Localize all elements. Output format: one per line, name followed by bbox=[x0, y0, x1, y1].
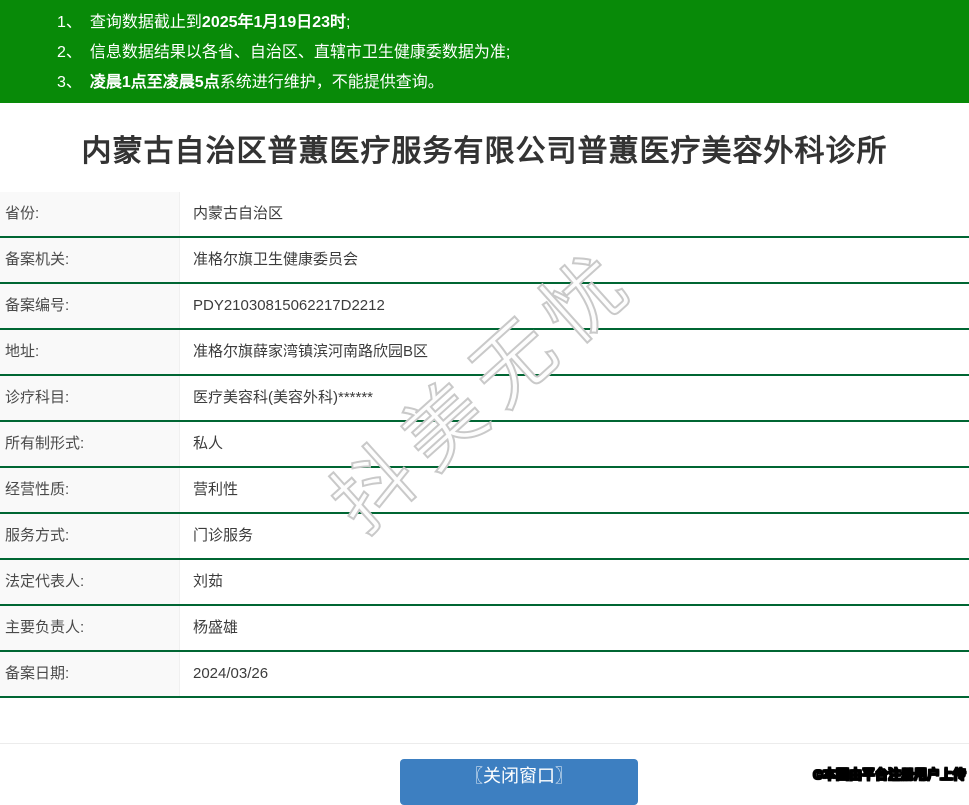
row-value: 营利性 bbox=[193, 481, 239, 498]
row-label: 服务方式: bbox=[0, 514, 180, 558]
table-row-treatment-subjects: 诊疗科目: 医疗美容科(美容外科)****** bbox=[0, 376, 969, 422]
row-label: 备案机关: bbox=[0, 238, 180, 282]
row-value: 2024/03/26 bbox=[193, 665, 269, 682]
table-row-principal: 主要负责人: 杨盛雄 bbox=[0, 606, 969, 652]
row-value: PDY21030815062217D2212 bbox=[193, 297, 385, 314]
page-title: 内蒙古自治区普蕙医疗服务有限公司普蕙医疗美容外科诊所 bbox=[81, 135, 888, 168]
copyright-notice: ©本图由平台注册用户上传 bbox=[813, 767, 967, 783]
row-value: 刘茹 bbox=[193, 573, 224, 590]
row-value: 杨盛雄 bbox=[193, 619, 239, 636]
notice-text: 信息数据结果以各省、自治区、直辖市卫生健康委数据为准; bbox=[89, 44, 511, 61]
row-label: 备案编号: bbox=[0, 284, 180, 328]
row-value: 准格尔旗卫生健康委员会 bbox=[193, 251, 359, 268]
notice-line-3: 3、 凌晨1点至凌晨5点系统进行维护，不能提供查询。 bbox=[57, 68, 969, 98]
row-label: 地址: bbox=[0, 330, 180, 374]
table-row-service-mode: 服务方式: 门诊服务 bbox=[0, 514, 969, 560]
row-label: 备案日期: bbox=[0, 652, 180, 696]
table-row-business-nature: 经营性质: 营利性 bbox=[0, 468, 969, 514]
table-row-ownership-form: 所有制形式: 私人 bbox=[0, 422, 969, 468]
close-window-button[interactable]: 〖关闭窗口〗 bbox=[400, 759, 638, 805]
notice-highlight: 凌晨1点至凌晨5点 bbox=[89, 74, 220, 91]
footer: 〖关闭窗口〗 ©本图由平台注册用户上传 bbox=[0, 743, 969, 805]
notice-number: 3、 bbox=[57, 74, 82, 91]
row-label: 经营性质: bbox=[0, 468, 180, 512]
row-value: 私人 bbox=[193, 435, 224, 452]
table-row-legal-representative: 法定代表人: 刘茹 bbox=[0, 560, 969, 606]
row-label: 省份: bbox=[0, 192, 180, 236]
notice-highlight: 2025年1月19日23时 bbox=[201, 14, 347, 31]
notice-banner: 1、 查询数据截止到2025年1月19日23时; 2、 信息数据结果以各省、自治区、… bbox=[0, 0, 969, 103]
registration-info-table: 省份: 内蒙古自治区 备案机关: 准格尔旗卫生健康委员会 备案编号: PDY21… bbox=[0, 192, 969, 698]
row-value: 门诊服务 bbox=[193, 527, 254, 544]
row-value: 内蒙古自治区 bbox=[193, 205, 284, 222]
notice-text: ; bbox=[346, 14, 351, 31]
row-value: 准格尔旗薛家湾镇滨河南路欣园B区 bbox=[193, 343, 429, 360]
row-label: 诊疗科目: bbox=[0, 376, 180, 420]
table-row-filing-number: 备案编号: PDY21030815062217D2212 bbox=[0, 284, 969, 330]
notice-text: 系统进行维护，不能提供查询。 bbox=[219, 74, 444, 91]
table-row-province: 省份: 内蒙古自治区 bbox=[0, 192, 969, 238]
table-row-address: 地址: 准格尔旗薛家湾镇滨河南路欣园B区 bbox=[0, 330, 969, 376]
table-row-filing-date: 备案日期: 2024/03/26 bbox=[0, 652, 969, 698]
notice-line-1: 1、 查询数据截止到2025年1月19日23时; bbox=[57, 8, 969, 38]
notice-text: 查询数据截止到 bbox=[89, 14, 202, 31]
notice-number: 1、 bbox=[57, 14, 82, 31]
row-label: 法定代表人: bbox=[0, 560, 180, 604]
row-label: 所有制形式: bbox=[0, 422, 180, 466]
notice-line-2: 2、 信息数据结果以各省、自治区、直辖市卫生健康委数据为准; bbox=[57, 38, 969, 68]
row-label: 主要负责人: bbox=[0, 606, 180, 650]
notice-number: 2、 bbox=[57, 44, 82, 61]
row-value: 医疗美容科(美容外科)****** bbox=[193, 389, 374, 406]
table-row-filing-authority: 备案机关: 准格尔旗卫生健康委员会 bbox=[0, 238, 969, 284]
